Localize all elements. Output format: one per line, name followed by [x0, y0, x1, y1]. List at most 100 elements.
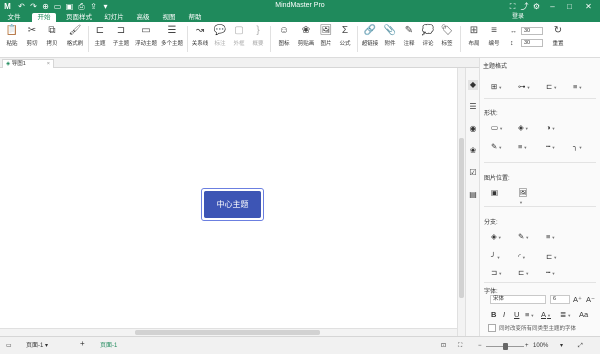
login-button[interactable]: 登录 [512, 13, 524, 21]
page-list-icon[interactable]: ▭ [6, 342, 12, 350]
tab-page-style[interactable]: 页面样式 [62, 13, 96, 22]
font-family-select[interactable]: 宋体 [490, 295, 546, 304]
page-tab[interactable]: 页面-1 [100, 342, 117, 350]
format-brush-button[interactable]: 🖌 格式刷 [64, 24, 86, 54]
print-icon[interactable]: ⎙ [77, 2, 86, 11]
fill-color-icon[interactable]: ◈▼ [518, 123, 532, 132]
tab-file[interactable]: 文件 [4, 13, 24, 22]
mindmap-canvas[interactable]: 中心主题 [0, 68, 457, 336]
border-dash-icon[interactable]: ┅▼ [546, 142, 560, 151]
horizontal-scroll-thumb[interactable] [135, 330, 320, 335]
close-icon[interactable]: ✕ [584, 2, 593, 11]
branch-curve-icon[interactable]: ◜▼ [518, 252, 532, 261]
corner-style-icon[interactable]: ╮▼ [573, 142, 587, 151]
branch-color-icon[interactable]: ✎▼ [518, 232, 532, 241]
shape-icon[interactable]: ▭▼ [491, 123, 505, 132]
horizontal-spacing-input[interactable]: 30 [521, 27, 543, 35]
mark-icon[interactable]: ◉ [468, 124, 478, 134]
numbering-button[interactable]: ≡ 编号 [486, 24, 502, 54]
paste-button[interactable]: 📋 粘贴 [4, 24, 20, 54]
border-weight-icon[interactable]: ≡▼ [518, 142, 532, 151]
icon-picker-button[interactable]: ☺ 图标 [274, 24, 294, 54]
branch-end-icon[interactable]: ⊏▼ [518, 268, 532, 277]
image-left-icon[interactable]: ▣ [491, 188, 505, 197]
save-icon[interactable]: ▣ [65, 2, 74, 11]
connector-style-icon[interactable]: ⊏▼ [546, 82, 560, 91]
branch-dash-icon[interactable]: ┅▼ [546, 268, 560, 277]
note-button[interactable]: ✎ 注释 [401, 24, 417, 54]
outline-icon[interactable]: ☰ [468, 102, 478, 112]
image-position-icon[interactable]: 🖼▼ [518, 188, 532, 205]
tree-layout-icon[interactable]: ⊶▼ [518, 82, 532, 91]
vertical-scroll-thumb[interactable] [459, 138, 464, 298]
subtopic-button[interactable]: ⊐ 子主题 [110, 24, 132, 54]
export-icon[interactable]: ⇪ [89, 2, 98, 11]
shadow-icon[interactable]: ◑▼ [546, 123, 560, 132]
grow-font-icon[interactable]: A⁺ [573, 295, 587, 304]
share-icon[interactable]: ⤴ [520, 2, 529, 11]
settings-icon[interactable]: ⚙ [532, 2, 541, 11]
relationship-button[interactable]: ↝ 关系线 [190, 24, 210, 54]
new-icon[interactable]: ⊕ [41, 2, 50, 11]
zoom-dropdown-icon[interactable]: ▾ [560, 342, 563, 350]
branch-arrow-icon[interactable]: ⊐▼ [491, 268, 505, 277]
topic-format-icon[interactable]: ◆ [468, 80, 478, 90]
callout-button[interactable]: 💬 标注 [212, 24, 228, 54]
numbering-style-icon[interactable]: ≡▼ [573, 82, 587, 91]
shrink-font-icon[interactable]: A⁻ [586, 295, 600, 304]
topic-button[interactable]: ⊏ 主题 [92, 24, 108, 54]
horizontal-scrollbar[interactable] [0, 328, 457, 336]
attachment-button[interactable]: 📎 附件 [382, 24, 398, 54]
zoom-slider-handle[interactable] [503, 343, 508, 350]
font-size-select[interactable]: 6 [550, 295, 570, 304]
expand-view-icon[interactable]: ⤢ [578, 342, 583, 350]
vertical-spacing-input[interactable]: 30 [521, 39, 543, 47]
font-color-icon[interactable]: A▼ [541, 310, 555, 319]
boundary-button[interactable]: ▢ 外框 [231, 24, 247, 54]
task-icon[interactable]: ☑ [468, 168, 478, 178]
clipart-panel-icon[interactable]: ❀ [468, 146, 478, 156]
zoom-in-icon[interactable]: + [525, 342, 529, 350]
layout-style-icon[interactable]: ⊞▼ [491, 82, 505, 91]
text-case-icon[interactable]: Aa [579, 310, 593, 319]
multiple-topics-button[interactable]: ☰ 多个主题 [160, 24, 184, 54]
hyperlink-button[interactable]: 🔗 超链接 [360, 24, 380, 54]
more-icon[interactable]: ▾ [101, 2, 110, 11]
fullscreen-view-icon[interactable]: ⛶ [458, 342, 462, 350]
tab-view[interactable]: 视图 [159, 13, 179, 22]
redo-icon[interactable]: ↷ [29, 2, 38, 11]
align-icon[interactable]: ≡▼ [525, 310, 539, 319]
formula-button[interactable]: Σ 公式 [337, 24, 353, 54]
tab-help[interactable]: 帮助 [185, 13, 205, 22]
border-color-icon[interactable]: ✎▼ [491, 142, 505, 151]
reset-button[interactable]: ↻ 重置 [550, 24, 566, 54]
tab-home[interactable]: 开始 [32, 13, 56, 22]
cut-button[interactable]: ✂ 剪切 [24, 24, 40, 54]
branch-weight-icon[interactable]: ≡▼ [546, 232, 560, 241]
branch-connector-icon[interactable]: ⊏▼ [546, 252, 560, 261]
branch-line-icon[interactable]: ╯▼ [491, 252, 505, 261]
fullscreen-icon[interactable]: ⛶ [508, 2, 517, 11]
clipart-button[interactable]: ❀ 剪贴画 [296, 24, 316, 54]
minimize-icon[interactable]: – [548, 2, 557, 11]
image-button[interactable]: 🖼 图片 [318, 24, 334, 54]
maximize-icon[interactable]: □ [565, 2, 574, 11]
copy-button[interactable]: ⧉ 拷贝 [44, 24, 60, 54]
undo-icon[interactable]: ↶ [17, 2, 26, 11]
branch-fill-icon[interactable]: ◈▼ [491, 232, 505, 241]
vertical-scrollbar[interactable] [457, 68, 465, 336]
close-tab-icon[interactable]: × [47, 60, 50, 68]
tab-advanced[interactable]: 高级 [133, 13, 153, 22]
document-tab[interactable]: ◈ 导图1 × [2, 59, 54, 68]
comment-button[interactable]: 💭 评论 [420, 24, 436, 54]
fit-page-icon[interactable]: ⊡ [441, 342, 446, 350]
page-icon[interactable]: ▤ [468, 190, 478, 200]
tab-slides[interactable]: 幻灯片 [101, 13, 127, 22]
page-selector[interactable]: 页面-1 ▾ [26, 342, 48, 350]
floating-topic-button[interactable]: ▭ 浮动主题 [134, 24, 158, 54]
add-page-button[interactable]: + [80, 340, 85, 348]
zoom-out-icon[interactable]: − [478, 342, 482, 350]
open-icon[interactable]: ▭ [53, 2, 62, 11]
line-spacing-icon[interactable]: ≣▼ [560, 310, 574, 319]
summary-button[interactable]: } 概要 [250, 24, 266, 54]
